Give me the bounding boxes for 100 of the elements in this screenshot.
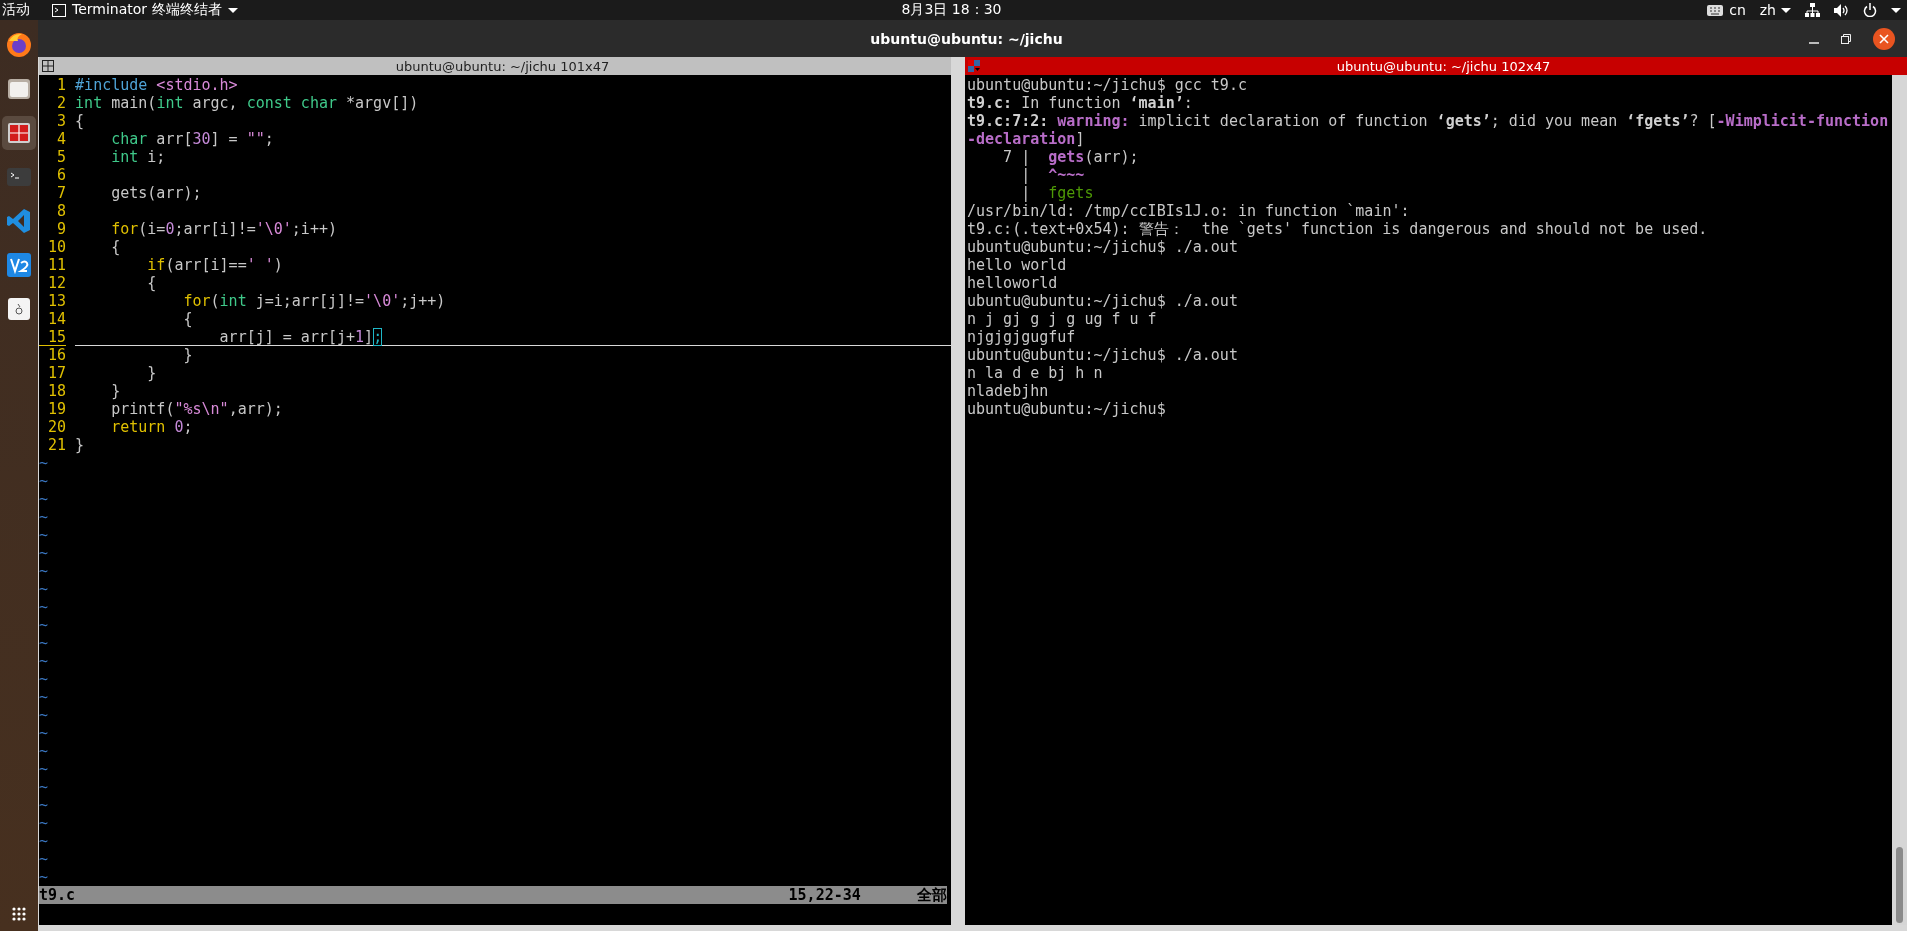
code-line: char arr[30] = ""; xyxy=(110,130,275,148)
terminal-line: ubuntu@ubuntu:~/jichu$ ./a.out xyxy=(967,346,1239,364)
empty-line-marker: ~ xyxy=(39,472,50,490)
window-title: ubuntu@ubuntu: ~/jichu xyxy=(869,30,1064,47)
scrollbar[interactable] xyxy=(1892,75,1907,925)
scroll-position: 全部 xyxy=(917,886,947,904)
line-number: 17 xyxy=(47,364,67,382)
line-number: 11 xyxy=(47,256,67,274)
empty-line-marker: ~ xyxy=(39,544,50,562)
app-icon[interactable] xyxy=(6,252,32,278)
empty-line-marker: ~ xyxy=(39,760,50,778)
empty-line-marker: ~ xyxy=(39,706,50,724)
terminal-line: t9.c:7:2: warning: implicit declaration of function ‘gets’; did you mean ‘fgets’? [-Wimplicit-function xyxy=(967,112,1890,130)
pane-header[interactable]: ubuntu@ubuntu: ~/jichu 102x47 xyxy=(965,57,1907,75)
code-line: } xyxy=(75,436,86,454)
network-icon[interactable] xyxy=(1805,3,1820,17)
terminal-line: helloworld xyxy=(967,274,1059,292)
code-line: } xyxy=(110,382,122,400)
code-line: int i; xyxy=(110,148,167,166)
empty-line-marker: ~ xyxy=(39,526,50,544)
line-number: 7 xyxy=(56,184,67,202)
activities-button[interactable]: 活动 xyxy=(2,1,30,19)
empty-line-marker: ~ xyxy=(39,598,50,616)
empty-line-marker: ~ xyxy=(39,778,50,796)
terminal-line: ubuntu@ubuntu:~/jichu$ xyxy=(967,400,1167,418)
terminal-line: njgjgjgugfuf xyxy=(967,328,1077,346)
code-editor-icon[interactable] xyxy=(6,208,32,234)
app-menu[interactable]: Terminator 终端终结者 xyxy=(52,1,238,19)
code-line: arr[j] = arr[j+1]; xyxy=(75,328,951,346)
folder-icon[interactable] xyxy=(6,76,32,102)
line-number: 4 xyxy=(56,130,67,148)
power-icon[interactable] xyxy=(1863,3,1877,17)
code-line: int main(int argc, const char *argv[]) xyxy=(75,94,420,112)
split-grid-icon[interactable] xyxy=(968,60,980,72)
line-number: 14 xyxy=(47,310,67,328)
line-number: 8 xyxy=(56,202,67,220)
app-grid-icon[interactable] xyxy=(12,907,26,921)
terminal-line: ubuntu@ubuntu:~/jichu$ ./a.out xyxy=(967,238,1239,256)
language-menu[interactable]: zh xyxy=(1759,2,1791,18)
pane-title: ubuntu@ubuntu: ~/jichu 101x47 xyxy=(394,58,611,74)
line-number: 5 xyxy=(56,148,67,166)
terminal-line: nladebjhn xyxy=(967,382,1050,400)
empty-line-marker: ~ xyxy=(39,616,50,634)
empty-line-marker: ~ xyxy=(39,742,50,760)
line-number: 9 xyxy=(56,220,67,238)
empty-line-marker: ~ xyxy=(39,688,50,706)
scrollbar-thumb[interactable] xyxy=(1896,847,1903,923)
terminal-line: | ^~~~ xyxy=(1020,166,1086,184)
code-line: for(i=0;arr[i]!='\0';i++) xyxy=(110,220,338,238)
caret-icon[interactable] xyxy=(1891,7,1901,13)
pane-header[interactable]: ubuntu@ubuntu: ~/jichu 101x47 xyxy=(39,57,951,75)
terminal-line: ubuntu@ubuntu:~/jichu$ gcc t9.c xyxy=(967,76,1248,94)
line-number: 20 xyxy=(47,418,67,436)
file-name: t9.c xyxy=(39,886,77,904)
code-line: if(arr[i]==' ') xyxy=(146,256,284,274)
close-icon[interactable] xyxy=(1873,27,1895,50)
keyboard-icon xyxy=(1707,4,1724,16)
empty-line-marker: ~ xyxy=(39,850,50,868)
terminal-line: -declaration] xyxy=(967,130,1086,148)
empty-line-marker: ~ xyxy=(39,454,50,472)
input-source[interactable]: cn xyxy=(1729,2,1746,18)
line-number: 1 xyxy=(56,76,67,94)
empty-line-marker: ~ xyxy=(39,868,50,886)
code-line: } xyxy=(182,346,194,364)
line-number: 13 xyxy=(47,292,67,310)
pane-title: ubuntu@ubuntu: ~/jichu 102x47 xyxy=(1335,58,1552,74)
browser-icon[interactable] xyxy=(6,32,32,58)
document-icon[interactable] xyxy=(6,296,32,322)
line-number: 18 xyxy=(47,382,67,400)
line-number: 3 xyxy=(56,112,67,130)
terminal-line: ubuntu@ubuntu:~/jichu$ ./a.out xyxy=(967,292,1239,310)
code-line: { xyxy=(110,238,122,256)
volume-icon[interactable] xyxy=(1834,3,1849,17)
terminal-line: n la d e bj h n xyxy=(967,364,1104,382)
code-line: } xyxy=(146,364,158,382)
code-line: { xyxy=(182,310,194,328)
code-line: { xyxy=(75,112,86,130)
code-line: #include <stdio.h> xyxy=(75,76,239,94)
line-number: 6 xyxy=(56,166,67,184)
line-number: 12 xyxy=(47,274,67,292)
empty-line-marker: ~ xyxy=(39,508,50,526)
line-number: 15 xyxy=(39,328,67,346)
code-line: return 0; xyxy=(110,418,194,436)
empty-line-marker: ~ xyxy=(39,634,50,652)
empty-line-marker: ~ xyxy=(39,562,50,580)
empty-line-marker: ~ xyxy=(39,490,50,508)
terminal-line: t9.c: In function ‘main’: xyxy=(967,94,1194,112)
terminal-line: n j gj g j g ug f u f xyxy=(967,310,1158,328)
line-number: 2 xyxy=(56,94,67,112)
terminal-line: t9.c:(.text+0x54): 警告： the `gets' function is dangerous and should not be used. xyxy=(967,220,1709,238)
clock[interactable]: 8月3日 18：30 xyxy=(901,1,1002,19)
line-number: 10 xyxy=(47,238,67,256)
line-number: 19 xyxy=(47,400,67,418)
split-grid-icon[interactable] xyxy=(42,60,54,72)
code-line: printf("%s\n",arr); xyxy=(110,400,284,418)
terminal-icon xyxy=(52,3,66,17)
restore-icon[interactable] xyxy=(1841,33,1851,44)
code-line: gets(arr); xyxy=(110,184,203,202)
code-line: for(int j=i;arr[j]!='\0';j++) xyxy=(182,292,447,310)
caret-icon xyxy=(1781,7,1791,13)
